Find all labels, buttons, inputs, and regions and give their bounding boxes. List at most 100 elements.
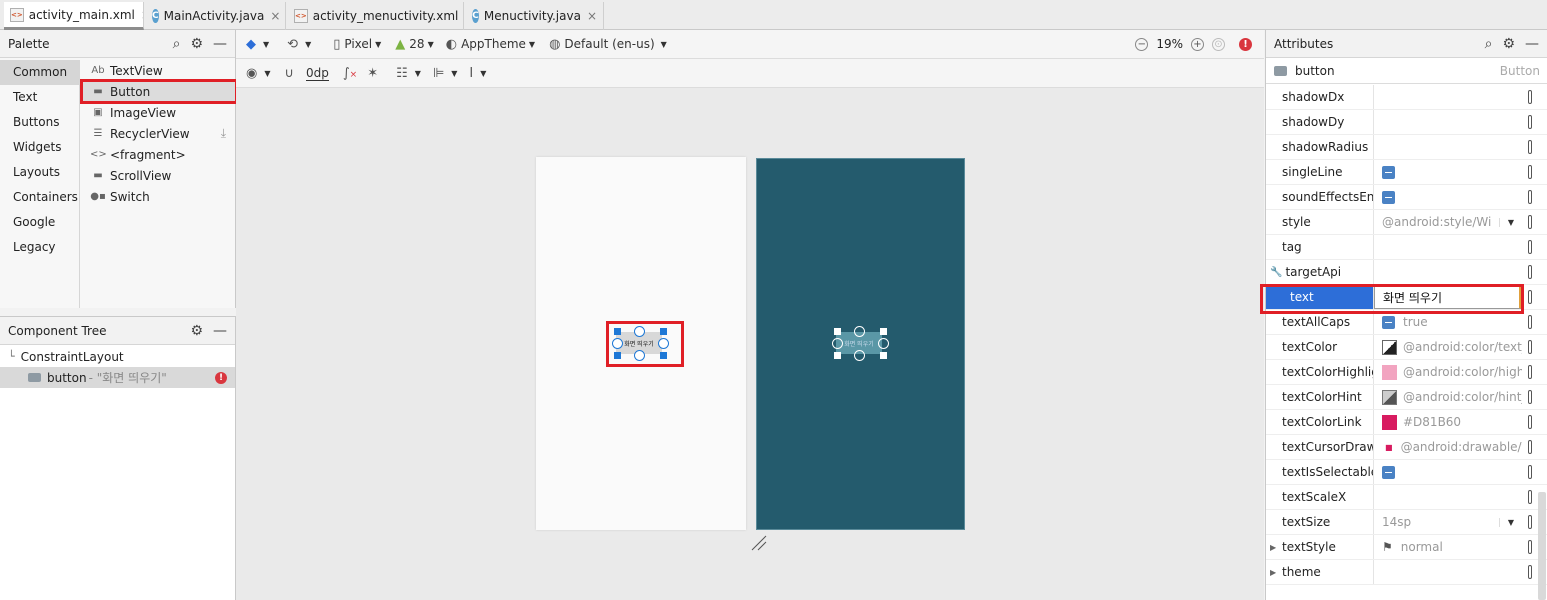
palette-category-layouts[interactable]: Layouts — [0, 160, 79, 185]
palette-category-common[interactable]: Common — [0, 60, 79, 85]
device-dropdown[interactable]: ▯ Pixel ▼ — [333, 37, 381, 52]
pin-icon[interactable] — [1528, 290, 1532, 304]
palette-item-imageview[interactable]: ▣ ImageView — [82, 102, 236, 123]
palette-category-text[interactable]: Text — [0, 85, 79, 110]
zoom-reset-icon[interactable]: ⊙ — [1212, 37, 1225, 51]
attr-value[interactable] — [1374, 85, 1522, 109]
attr-value[interactable]: @android:color/hint_ — [1374, 385, 1522, 409]
attr-row-tag[interactable]: tag — [1266, 235, 1547, 260]
guidelines-dropdown[interactable]: I ▼ — [469, 66, 486, 81]
pin-icon[interactable] — [1528, 515, 1532, 529]
resize-handle[interactable] — [880, 328, 887, 335]
attr-row-targetapi[interactable]: 🔧 targetApi — [1266, 260, 1547, 285]
close-icon[interactable]: × — [587, 9, 597, 23]
minimize-icon[interactable]: — — [1525, 36, 1539, 52]
tab-activity-main-xml[interactable]: <> activity_main.xml × — [4, 2, 144, 30]
theme-dropdown[interactable]: ◐ AppTheme ▼ — [446, 37, 535, 52]
gear-icon[interactable]: ⚙ — [190, 36, 203, 52]
attr-row-textstyle[interactable]: ▶ textStyle ⚑ normal — [1266, 535, 1547, 560]
color-swatch-icon[interactable] — [1382, 389, 1397, 405]
design-surface-dropdown[interactable]: ◆ ▼ — [246, 37, 269, 52]
attr-value[interactable]: @android:color/highl — [1374, 360, 1522, 384]
chevron-down-icon[interactable]: ▼ — [1498, 517, 1522, 527]
zoom-in-icon[interactable]: + — [1191, 37, 1204, 51]
pin-icon[interactable] — [1528, 140, 1532, 154]
drawable-icon[interactable]: ■ — [1385, 443, 1393, 452]
attr-value[interactable]: 14sp ▼ — [1374, 510, 1522, 534]
color-swatch-icon[interactable] — [1382, 414, 1397, 430]
download-icon[interactable]: ⤓ — [221, 126, 226, 141]
constraint-anchor-top[interactable] — [854, 326, 865, 337]
attr-value[interactable]: @android:style/Wi ▼ — [1374, 210, 1522, 234]
attr-row-textcolor[interactable]: textColor @android:color/text_ — [1266, 335, 1547, 360]
palette-category-google[interactable]: Google — [0, 210, 79, 235]
attr-row-theme[interactable]: ▶ theme — [1266, 560, 1547, 585]
pin-icon[interactable] — [1528, 340, 1532, 354]
attr-value[interactable] — [1374, 560, 1522, 584]
pack-dropdown[interactable]: ☷ ▼ — [396, 66, 421, 81]
constraint-anchor-right[interactable] — [878, 338, 889, 349]
attr-row-shadowdy[interactable]: shadowDy — [1266, 110, 1547, 135]
error-icon[interactable]: ! — [1239, 37, 1252, 51]
palette-category-legacy[interactable]: Legacy — [0, 235, 79, 260]
tab-activity-menuctivity-xml[interactable]: <> activity_menuctivity.xml × — [288, 2, 464, 30]
attr-value[interactable]: @android:color/text_ — [1374, 335, 1522, 359]
pin-icon[interactable] — [1528, 390, 1532, 404]
chevron-down-icon[interactable]: ▼ — [1498, 217, 1522, 227]
attr-value[interactable] — [1374, 160, 1522, 184]
api-dropdown[interactable]: ▲ 28 ▼ — [395, 37, 433, 52]
orientation-dropdown[interactable]: ⟲ ▼ — [287, 37, 311, 52]
attr-value[interactable] — [1374, 235, 1522, 259]
attr-row-shadowdx[interactable]: shadowDx — [1266, 85, 1547, 110]
attr-value[interactable] — [1374, 460, 1522, 484]
resize-handle[interactable] — [834, 328, 841, 335]
search-icon[interactable]: ⌕ — [173, 36, 181, 52]
palette-category-widgets[interactable]: Widgets — [0, 135, 79, 160]
boolean-flag-icon[interactable] — [1382, 465, 1395, 479]
pin-icon[interactable] — [1528, 415, 1532, 429]
palette-category-containers[interactable]: Containers — [0, 185, 79, 210]
pin-icon[interactable] — [1528, 215, 1532, 229]
pin-icon[interactable] — [1528, 165, 1532, 179]
pin-icon[interactable] — [1528, 365, 1532, 379]
attr-value[interactable] — [1374, 110, 1522, 134]
default-margin-button[interactable]: 0dp — [306, 66, 329, 81]
expand-arrow-icon[interactable]: ▶ — [1270, 568, 1276, 577]
attr-value[interactable] — [1374, 185, 1522, 209]
palette-item-scrollview[interactable]: ▬ ScrollView — [82, 165, 236, 186]
attr-value[interactable]: #D81B60 — [1374, 410, 1522, 434]
pin-icon[interactable] — [1528, 190, 1532, 204]
palette-item-fragment[interactable]: <> <fragment> — [82, 144, 236, 165]
minimize-icon[interactable]: — — [213, 36, 227, 52]
attr-row-soundeffectsenabled[interactable]: soundEffectsEnabl — [1266, 185, 1547, 210]
tab-mainactivity-java[interactable]: C MainActivity.java × — [146, 2, 286, 30]
resize-handle[interactable] — [880, 352, 887, 359]
pin-icon[interactable] — [1528, 315, 1532, 329]
attr-row-singleline[interactable]: singleLine — [1266, 160, 1547, 185]
palette-item-recyclerview[interactable]: ☰ RecyclerView ⤓ — [82, 123, 236, 144]
close-icon[interactable]: × — [270, 9, 280, 23]
attr-row-textcolorhint[interactable]: textColorHint @android:color/hint_ — [1266, 385, 1547, 410]
resize-handle[interactable] — [834, 352, 841, 359]
tab-menuctivity-java[interactable]: C Menuctivity.java × — [466, 2, 604, 30]
design-canvas[interactable]: 화면 띄우기 화면 띄우기 — [236, 88, 1264, 600]
boolean-flag-icon[interactable] — [1382, 315, 1395, 329]
attr-value[interactable] — [1374, 260, 1522, 284]
constraint-anchor-bottom[interactable] — [854, 350, 865, 361]
error-icon[interactable]: ! — [215, 371, 227, 384]
attr-value[interactable]: ■ @android:drawable/t — [1374, 435, 1522, 459]
pin-icon[interactable] — [1528, 540, 1532, 554]
zoom-out-icon[interactable]: − — [1135, 37, 1149, 51]
boolean-flag-icon[interactable] — [1382, 165, 1395, 179]
attr-row-textisselectable[interactable]: textIsSelectable — [1266, 460, 1547, 485]
tree-item-constraintlayout[interactable]: └ ConstraintLayout — [0, 346, 235, 367]
pin-icon[interactable] — [1528, 90, 1532, 104]
close-icon[interactable]: × — [141, 8, 143, 22]
color-swatch-icon[interactable] — [1382, 364, 1397, 380]
attr-row-textcursordrawable[interactable]: textCursorDrawab ■ @android:drawable/t — [1266, 435, 1547, 460]
pin-icon[interactable] — [1528, 265, 1532, 279]
flag-icon[interactable]: ⚑ — [1382, 540, 1393, 554]
locale-dropdown[interactable]: ◍ Default (en-us) ▼ — [549, 37, 667, 52]
attr-row-style[interactable]: style @android:style/Wi ▼ — [1266, 210, 1547, 235]
view-options-dropdown[interactable]: ◉ ▼ — [246, 66, 271, 81]
